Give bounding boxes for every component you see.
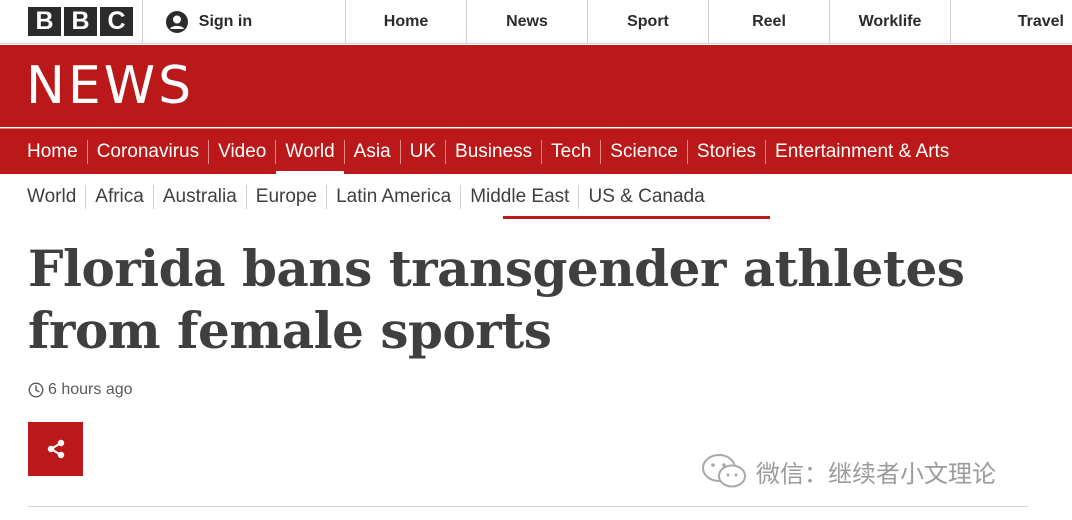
top-nav-home[interactable]: Home — [346, 0, 467, 43]
main-nav-business[interactable]: Business — [446, 139, 543, 164]
main-nav: Home Coronavirus Video World Asia UK Bus… — [0, 128, 1072, 175]
main-nav-world[interactable]: World — [276, 139, 345, 175]
top-nav: Home News Sport Reel Worklife Travel — [346, 0, 1072, 43]
sign-in-button[interactable]: Sign in — [143, 0, 346, 43]
wechat-icon — [702, 454, 746, 488]
top-masthead: B B C Sign in Home News Sport Reel Workl… — [0, 0, 1072, 44]
main-nav-asia[interactable]: Asia — [345, 139, 401, 164]
watermark-text: 微信：继续者小文理论 — [756, 460, 996, 488]
sign-in-label: Sign in — [198, 12, 253, 30]
main-nav-stories[interactable]: Stories — [688, 139, 767, 164]
top-nav-reel[interactable]: Reel — [709, 0, 830, 43]
main-nav-video[interactable]: Video — [209, 139, 277, 164]
news-banner: NEWS — [0, 45, 1072, 127]
clock-icon — [28, 382, 44, 398]
sub-nav-latin-america[interactable]: Latin America — [327, 185, 462, 209]
top-nav-travel[interactable]: Travel — [951, 0, 1072, 43]
sub-nav-australia[interactable]: Australia — [154, 185, 247, 209]
top-nav-sport[interactable]: Sport — [588, 0, 709, 43]
sub-nav-middle-east[interactable]: Middle East — [461, 185, 580, 209]
bbc-logo-letter: C — [100, 7, 133, 36]
top-nav-worklife[interactable]: Worklife — [830, 0, 951, 43]
main-nav-entertainment-arts[interactable]: Entertainment & Arts — [766, 140, 958, 164]
bbc-logo-letter: B — [28, 7, 61, 36]
timestamp-text: 6 hours ago — [48, 381, 133, 398]
main-nav-uk[interactable]: UK — [401, 139, 447, 164]
headline-line-1: Florida bans transgender athletes — [28, 239, 965, 298]
sub-nav-active-underline — [503, 216, 770, 219]
user-icon — [165, 10, 188, 33]
main-nav-coronavirus[interactable]: Coronavirus — [88, 139, 210, 164]
article-timestamp: 6 hours ago — [28, 381, 133, 399]
main-nav-tech[interactable]: Tech — [542, 139, 602, 164]
main-nav-science[interactable]: Science — [601, 139, 688, 164]
wechat-watermark: 微信：继续者小文理论 — [700, 452, 996, 490]
main-nav-home[interactable]: Home — [18, 139, 88, 164]
share-icon — [47, 439, 64, 459]
article-headline: Florida bans transgender athletes from f… — [28, 238, 1028, 362]
sub-nav-africa[interactable]: Africa — [86, 185, 154, 209]
news-wordmark[interactable]: NEWS — [26, 57, 194, 115]
sub-nav-us-canada[interactable]: US & Canada — [579, 185, 713, 209]
divider — [28, 506, 1028, 507]
share-button[interactable] — [28, 422, 83, 476]
bbc-logo[interactable]: B B C — [0, 0, 143, 43]
top-nav-news[interactable]: News — [467, 0, 588, 43]
bbc-logo-letter: B — [64, 7, 97, 36]
sub-nav-europe[interactable]: Europe — [247, 185, 328, 209]
sub-nav-world[interactable]: World — [18, 185, 87, 209]
headline-line-2: from female sports — [28, 301, 552, 360]
sub-nav: World Africa Australia Europe Latin Amer… — [0, 174, 1072, 220]
